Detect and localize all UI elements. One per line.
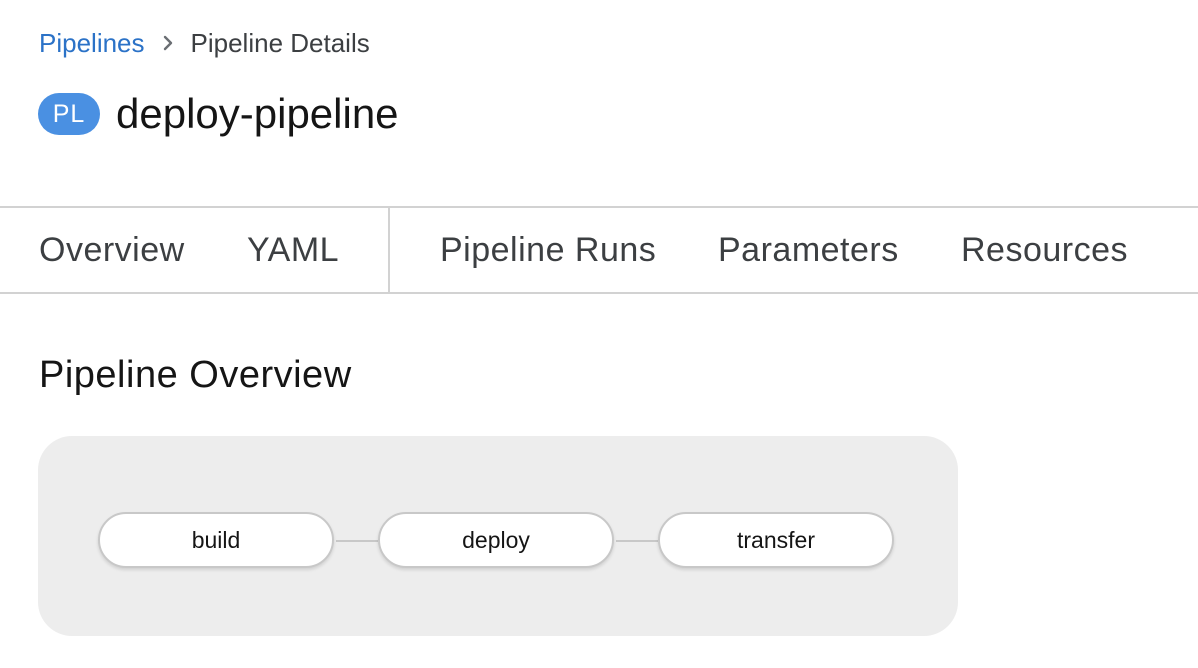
pipeline-details-page: Pipelines Pipeline Details PL deploy-pip… bbox=[0, 0, 1198, 668]
tab-bar: Overview YAML Pipeline Runs Parameters R… bbox=[0, 206, 1198, 294]
task-node-transfer[interactable]: transfer bbox=[658, 512, 894, 568]
tab-yaml[interactable]: YAML bbox=[247, 208, 339, 292]
pipeline-graph: build deploy transfer bbox=[38, 436, 958, 636]
tab-resources[interactable]: Resources bbox=[961, 208, 1128, 292]
task-node-build[interactable]: build bbox=[98, 512, 334, 568]
breadcrumb-current: Pipeline Details bbox=[190, 28, 370, 58]
tab-overview[interactable]: Overview bbox=[39, 208, 185, 292]
graph-edge bbox=[336, 540, 378, 542]
page-title: deploy-pipeline bbox=[116, 90, 399, 137]
page-header: PL deploy-pipeline bbox=[38, 88, 399, 140]
breadcrumb: Pipelines Pipeline Details bbox=[39, 26, 370, 60]
tab-divider bbox=[388, 208, 390, 292]
tab-parameters[interactable]: Parameters bbox=[718, 208, 899, 292]
tab-pipeline-runs[interactable]: Pipeline Runs bbox=[440, 208, 656, 292]
section-title: Pipeline Overview bbox=[39, 354, 352, 396]
chevron-right-icon bbox=[145, 35, 191, 51]
task-node-deploy[interactable]: deploy bbox=[378, 512, 614, 568]
breadcrumb-pipelines-link[interactable]: Pipelines bbox=[39, 26, 145, 60]
resource-badge: PL bbox=[38, 93, 100, 135]
graph-edge bbox=[616, 540, 658, 542]
